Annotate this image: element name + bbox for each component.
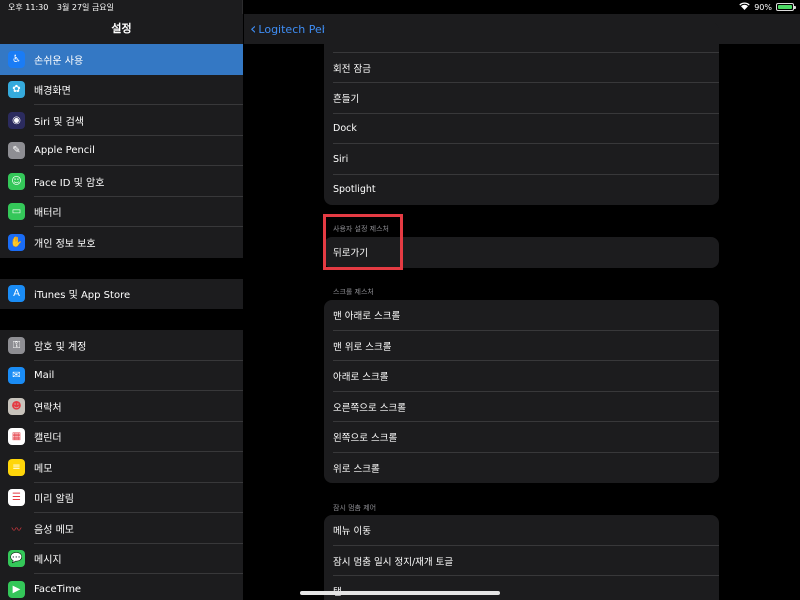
list-item-toggle-dwell[interactable]: 잠시 멈춤 일시 정지/재개 토글 <box>324 546 719 577</box>
list-item-shake[interactable]: 흔들기 <box>324 83 719 114</box>
wifi-icon <box>739 2 750 12</box>
battery-status-icon <box>776 3 796 11</box>
list-item-scroll-down[interactable]: 아래로 스크롤 <box>324 361 719 392</box>
list-item-siri[interactable]: Siri <box>324 144 719 175</box>
sidebar-item-label: 메시지 <box>34 555 62 567</box>
hand-icon: ✋ <box>8 233 25 251</box>
sidebar-item[interactable]: ▶ FaceTime <box>0 574 243 600</box>
sidebar-item[interactable]: ◉ Siri 및 검색 <box>0 105 243 136</box>
status-date: 3월 27일 금요일 <box>56 3 115 12</box>
sidebar-item[interactable]: ✎ Apple Pencil <box>0 135 243 166</box>
sidebar-item-label: Siri 및 검색 <box>34 116 84 128</box>
sidebar-item[interactable]: ✉ Mail <box>0 360 243 391</box>
key-icon: ⚿ <box>8 336 25 354</box>
sidebar-item[interactable]: ⚿ 암호 및 계정 <box>0 330 243 361</box>
sidebar-item-label: FaceTime <box>34 583 82 595</box>
list-item-scroll-left[interactable]: 왼쪽으로 스크롤 <box>324 422 719 453</box>
battery-percent: 90% <box>754 2 772 12</box>
sidebar-item-label: Apple Pencil <box>34 145 95 157</box>
sidebar-item[interactable]: ☰ 미리 알림 <box>0 482 243 513</box>
voice-memo-icon: 〰 <box>8 519 25 537</box>
appstore-icon: A <box>8 285 25 303</box>
sidebar-item[interactable]: 💬 메시지 <box>0 543 243 574</box>
sidebar-item[interactable]: ♿ 손쉬운 사용 <box>0 44 243 75</box>
faceid-icon: ☺ <box>8 172 25 190</box>
sidebar-item[interactable]: AiTunes 및 App Store <box>0 278 243 309</box>
siri-icon: ◉ <box>8 111 25 129</box>
list-item[interactable] <box>324 22 719 53</box>
home-indicator[interactable] <box>300 591 500 595</box>
sidebar-item-label: Mail <box>34 370 55 382</box>
status-bar: 오후 11:30 3월 27일 금요일 90% <box>0 0 800 14</box>
section-header-dwell-control: 잠시 멈춤 제어 <box>333 504 377 512</box>
sidebar-group-gap <box>0 309 243 330</box>
sidebar-item-label: iTunes 및 App Store <box>34 290 131 302</box>
contacts-icon: ☻ <box>8 397 25 415</box>
system-actions-group: 회전 잠금 흔들기 Dock Siri Spotlight <box>324 22 719 205</box>
sidebar-item-label: 암호 및 계정 <box>34 341 87 353</box>
wallpaper-icon: ✿ <box>8 81 25 99</box>
section-header-scroll-gestures: 스크롤 제스처 <box>333 288 374 296</box>
sidebar-item-label: 개인 정보 보호 <box>34 238 96 250</box>
list-item-rotation-lock[interactable]: 회전 잠금 <box>324 53 719 84</box>
sidebar-group-gap <box>0 257 243 279</box>
calendar-icon: ▦ <box>8 428 25 446</box>
battery-fill <box>778 5 793 9</box>
list-item-dock[interactable]: Dock <box>324 114 719 145</box>
messages-icon: 💬 <box>8 550 25 568</box>
pencil-icon: ✎ <box>8 142 25 160</box>
sidebar-item-label: 손쉬운 사용 <box>34 55 84 67</box>
list-item-scroll-right[interactable]: 오른쪽으로 스크롤 <box>324 392 719 423</box>
status-left: 오후 11:30 3월 27일 금요일 <box>8 2 120 13</box>
highlight-annotation <box>323 214 403 270</box>
reminders-icon: ☰ <box>8 489 25 507</box>
sidebar-item[interactable]: 〰 음성 메모 <box>0 513 243 544</box>
sidebar-item-label: 음성 메모 <box>34 524 74 536</box>
scroll-gestures-group: 맨 아래로 스크롤 맨 위로 스크롤 아래로 스크롤 오른쪽으로 스크롤 왼쪽으… <box>324 300 719 483</box>
list-item-tap[interactable]: 탭 <box>324 576 719 600</box>
sidebar-item[interactable]: ✿ 배경화면 <box>0 74 243 105</box>
accessibility-icon: ♿ <box>8 50 25 68</box>
list-item-scroll-up[interactable]: 위로 스크롤 <box>324 453 719 484</box>
sidebar-item-label: Face ID 및 암호 <box>34 177 105 189</box>
sidebar-item[interactable]: ▭ 배터리 <box>0 196 243 227</box>
status-time: 오후 11:30 <box>8 3 49 12</box>
detail-pane: ‹ Logitech Pebble 버튼 3 회전 잠금 흔들기 Dock Si… <box>244 0 800 600</box>
sidebar-item-label: 연락처 <box>34 402 62 414</box>
list-item-scroll-to-bottom[interactable]: 맨 아래로 스크롤 <box>324 300 719 331</box>
sidebar-item-label: 배터리 <box>34 208 62 220</box>
list-item-menu-move[interactable]: 메뉴 이동 <box>324 515 719 546</box>
dwell-control-group: 메뉴 이동 잠시 멈춤 일시 정지/재개 토글 탭 <box>324 515 719 600</box>
notes-icon: ≡ <box>8 458 25 476</box>
facetime-icon: ▶ <box>8 580 25 598</box>
sidebar-title: 설정 <box>0 14 243 44</box>
mail-icon: ✉ <box>8 367 25 385</box>
sidebar-item[interactable]: ✋ 개인 정보 보호 <box>0 227 243 258</box>
sidebar-item[interactable]: ☻ 연락처 <box>0 391 243 422</box>
sidebar-item-label: 배경화면 <box>34 86 71 98</box>
sidebar-item[interactable]: ≡ 메모 <box>0 452 243 483</box>
sidebar-item-label: 메모 <box>34 463 53 475</box>
status-right: 90% <box>739 2 796 12</box>
list-item-spotlight[interactable]: Spotlight <box>324 175 719 206</box>
sidebar-item-label: 캘린더 <box>34 433 62 445</box>
list-item-scroll-to-top[interactable]: 맨 위로 스크롤 <box>324 331 719 362</box>
sidebar-item-label: 미리 알림 <box>34 494 74 506</box>
sidebar-item[interactable]: ▦ 캘린더 <box>0 421 243 452</box>
battery-icon: ▭ <box>8 203 25 221</box>
settings-sidebar: 설정 ♿ 손쉬운 사용 ✿ 배경화면 ◉ Siri 및 검색 ✎ Apple Pencil ☺ F… <box>0 0 243 600</box>
sidebar-list: ♿ 손쉬운 사용 ✿ 배경화면 ◉ Siri 및 검색 ✎ Apple Pencil ☺ Face… <box>0 44 243 600</box>
sidebar-item[interactable]: ☺ Face ID 및 암호 <box>0 166 243 197</box>
